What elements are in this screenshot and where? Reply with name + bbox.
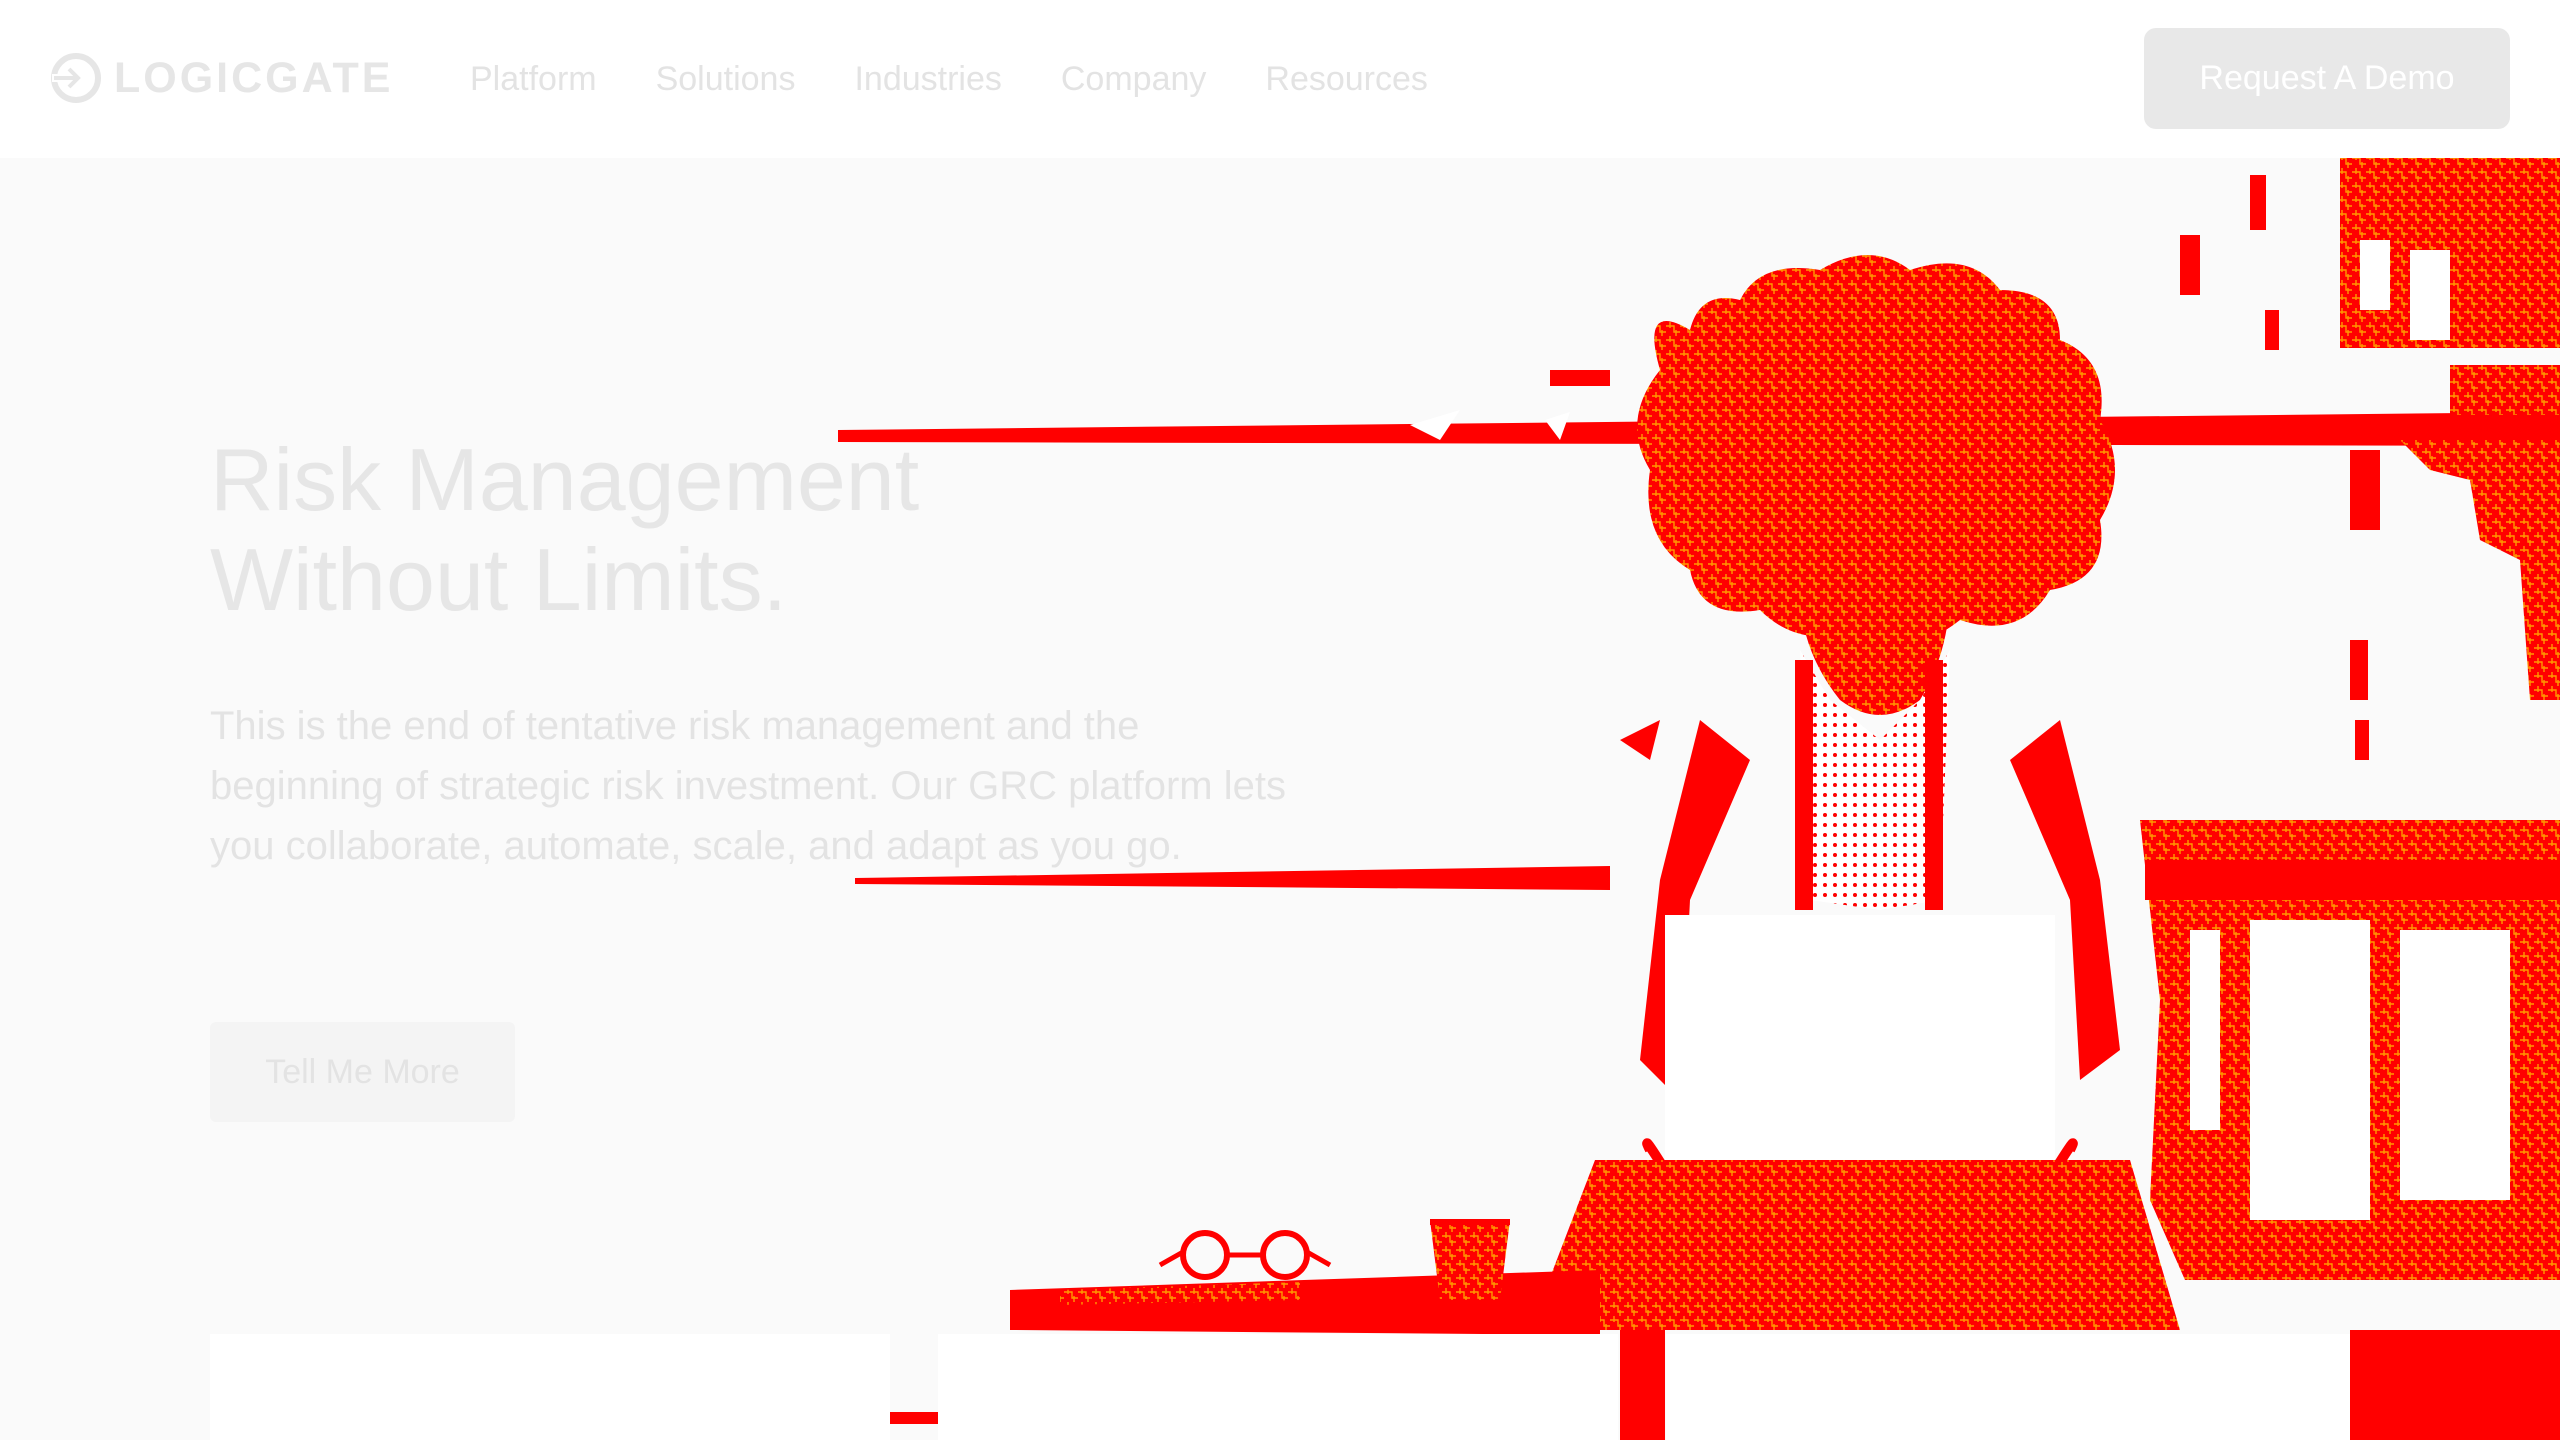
nav-company[interactable]: Company — [1061, 60, 1207, 99]
feature-card[interactable] — [938, 1334, 1618, 1440]
hero-headline-line2: Without Limits. — [210, 530, 788, 629]
main-nav: Platform Solutions Industries Company Re… — [470, 0, 1428, 158]
hero-description: This is the end of tentative risk manage… — [210, 704, 1286, 868]
logo-text: LOGICGATE — [114, 53, 394, 102]
feature-card[interactable] — [1666, 1334, 2350, 1440]
hero-headline: Risk Management Without Limits. — [210, 430, 1310, 630]
hero-text: Risk Management Without Limits. This is … — [210, 430, 1310, 876]
feature-card[interactable] — [210, 1334, 890, 1440]
tell-me-more-button[interactable]: Tell Me More — [210, 1022, 515, 1122]
logo[interactable]: LOGICGATE — [48, 50, 393, 106]
logicgate-logo-icon — [51, 53, 101, 103]
hero-headline-line1: Risk Management — [210, 430, 920, 529]
request-demo-button[interactable]: Request A Demo — [2144, 28, 2510, 129]
nav-industries[interactable]: Industries — [854, 60, 1001, 99]
nav-resources[interactable]: Resources — [1265, 60, 1428, 99]
nav-platform[interactable]: Platform — [470, 60, 597, 99]
nav-solutions[interactable]: Solutions — [656, 60, 796, 99]
top-navigation: LOGICGATE Platform Solutions Industries … — [0, 0, 2560, 158]
